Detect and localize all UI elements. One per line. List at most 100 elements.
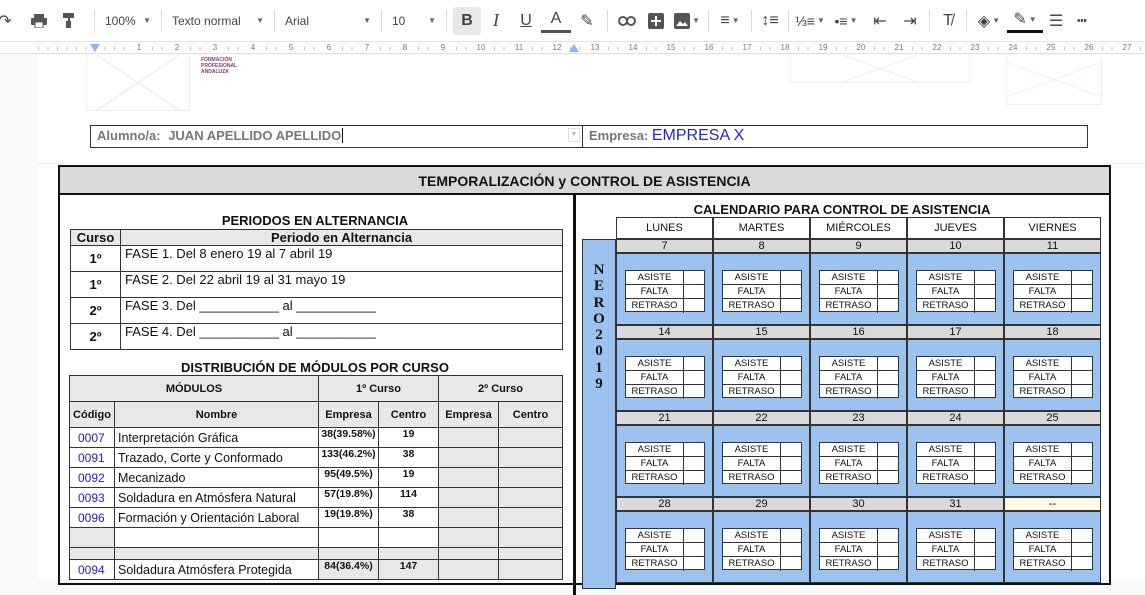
student-field[interactable]: Alumno/a: JUAN APELLIDO APELLIDO ▼ Empre…: [90, 125, 1088, 148]
module-name[interactable]: Mecanizado: [114, 467, 319, 488]
attendance-checkbox[interactable]: [975, 543, 995, 556]
bold-button[interactable]: B: [453, 6, 481, 35]
numbered-list-icon[interactable]: ⅓≡ ▼: [793, 7, 827, 35]
attendance-checkbox[interactable]: [781, 371, 801, 384]
attendance-checkbox[interactable]: [781, 557, 801, 571]
font-size-select[interactable]: 10 ▼: [386, 7, 442, 35]
attendance-checkbox[interactable]: [878, 529, 898, 542]
attendance-checkbox[interactable]: [878, 471, 898, 485]
paint-format-icon[interactable]: [54, 7, 84, 35]
document-page[interactable]: FORMACIÓN PROFESIONAL ANDALUZA Alumno/a:…: [38, 55, 1145, 595]
module-empresa[interactable]: 57(19.8%): [318, 487, 379, 508]
attendance-checkbox[interactable]: [1072, 299, 1092, 313]
attendance-checkbox[interactable]: [878, 371, 898, 384]
attendance-checkbox[interactable]: [1072, 385, 1092, 399]
attendance-checkbox[interactable]: [1072, 457, 1092, 470]
attendance-checkbox[interactable]: [975, 557, 995, 571]
attendance-checkbox[interactable]: [1072, 285, 1092, 298]
module-name[interactable]: [114, 527, 319, 548]
attendance-checkbox[interactable]: [878, 357, 898, 370]
attendance-checkbox[interactable]: [975, 443, 995, 456]
period-text[interactable]: FASE 4. Del ___________ al ___________: [120, 323, 563, 350]
module-centro[interactable]: 19: [378, 427, 439, 448]
module-centro[interactable]: 38: [378, 507, 439, 528]
attendance-checkbox[interactable]: [781, 299, 801, 313]
empty-cell[interactable]: [438, 559, 499, 580]
attendance-checkbox[interactable]: [878, 385, 898, 399]
empty-cell[interactable]: [498, 487, 563, 508]
module-code[interactable]: 0091: [69, 447, 115, 468]
attendance-checkbox[interactable]: [878, 285, 898, 298]
fill-color-icon[interactable]: ◈ ▼: [971, 7, 1007, 35]
attendance-checkbox[interactable]: [1072, 357, 1092, 370]
empty-cell[interactable]: [438, 487, 499, 508]
attendance-checkbox[interactable]: [975, 299, 995, 313]
attendance-checkbox[interactable]: [878, 557, 898, 571]
attendance-checkbox[interactable]: [684, 357, 704, 370]
module-code[interactable]: 0007: [69, 427, 115, 448]
attendance-checkbox[interactable]: [1072, 557, 1092, 571]
attendance-checkbox[interactable]: [684, 443, 704, 456]
attendance-checkbox[interactable]: [684, 471, 704, 485]
attendance-checkbox[interactable]: [684, 385, 704, 399]
bulleted-list-icon[interactable]: •≡ ▼: [827, 7, 865, 35]
attendance-checkbox[interactable]: [781, 357, 801, 370]
insert-image-icon[interactable]: ▼: [670, 7, 704, 35]
attendance-checkbox[interactable]: [975, 471, 995, 485]
font-select[interactable]: Arial ▼: [279, 7, 377, 35]
attendance-checkbox[interactable]: [975, 371, 995, 384]
module-code[interactable]: 0092: [69, 467, 115, 488]
module-centro[interactable]: [378, 547, 439, 560]
empty-cell[interactable]: [498, 427, 563, 448]
period-text[interactable]: FASE 3. Del ___________ al ___________: [120, 297, 563, 324]
style-select[interactable]: Texto normal ▼: [166, 7, 270, 35]
module-name[interactable]: Soldadura Atmósfera Protegida: [114, 559, 319, 580]
empty-cell[interactable]: [498, 559, 563, 580]
border-dash-icon[interactable]: ┅: [1069, 7, 1095, 35]
period-text[interactable]: FASE 1. Del 8 enero 19 al 7 abril 19: [120, 245, 563, 272]
module-empresa[interactable]: 38(39.58%): [318, 427, 379, 448]
attendance-checkbox[interactable]: [684, 285, 704, 298]
empty-cell[interactable]: [498, 447, 563, 468]
attendance-checkbox[interactable]: [684, 371, 704, 384]
empty-cell[interactable]: [438, 427, 499, 448]
border-color-icon[interactable]: ✎ ▼: [1007, 9, 1043, 33]
attendance-checkbox[interactable]: [975, 529, 995, 542]
attendance-checkbox[interactable]: [878, 457, 898, 470]
module-empresa[interactable]: 84(36.4%): [318, 559, 379, 580]
attendance-checkbox[interactable]: [684, 543, 704, 556]
attendance-checkbox[interactable]: [878, 543, 898, 556]
module-name[interactable]: Soldadura en Atmósfera Natural: [114, 487, 319, 508]
module-code[interactable]: 0094: [69, 559, 115, 580]
module-code[interactable]: [69, 547, 115, 560]
attendance-checkbox[interactable]: [684, 529, 704, 542]
decrease-indent-icon[interactable]: ⇤: [865, 7, 895, 35]
empty-cell[interactable]: [438, 527, 499, 548]
module-centro[interactable]: 147: [378, 559, 439, 580]
module-empresa[interactable]: [318, 547, 379, 560]
empty-cell[interactable]: [498, 527, 563, 548]
attendance-checkbox[interactable]: [684, 271, 704, 284]
chevron-down-icon[interactable]: ▼: [568, 128, 580, 142]
attendance-checkbox[interactable]: [684, 457, 704, 470]
attendance-checkbox[interactable]: [975, 285, 995, 298]
module-name[interactable]: Interpretación Gráfica: [114, 427, 319, 448]
attendance-checkbox[interactable]: [781, 543, 801, 556]
attendance-checkbox[interactable]: [975, 357, 995, 370]
print-icon[interactable]: [24, 7, 54, 35]
add-comment-icon[interactable]: [642, 7, 670, 35]
empty-cell[interactable]: [498, 507, 563, 528]
empty-cell[interactable]: [438, 447, 499, 468]
module-centro[interactable]: [378, 527, 439, 548]
module-empresa[interactable]: [318, 527, 379, 548]
attendance-checkbox[interactable]: [975, 457, 995, 470]
empty-cell[interactable]: [498, 467, 563, 488]
attendance-checkbox[interactable]: [878, 299, 898, 313]
module-code[interactable]: [69, 527, 115, 548]
attendance-checkbox[interactable]: [684, 557, 704, 571]
highlight-icon[interactable]: ✎: [571, 7, 603, 35]
clear-formatting-icon[interactable]: T̸: [934, 7, 962, 35]
module-empresa[interactable]: 19(19.8%): [318, 507, 379, 528]
module-code[interactable]: 0096: [69, 507, 115, 528]
empty-cell[interactable]: [438, 507, 499, 528]
